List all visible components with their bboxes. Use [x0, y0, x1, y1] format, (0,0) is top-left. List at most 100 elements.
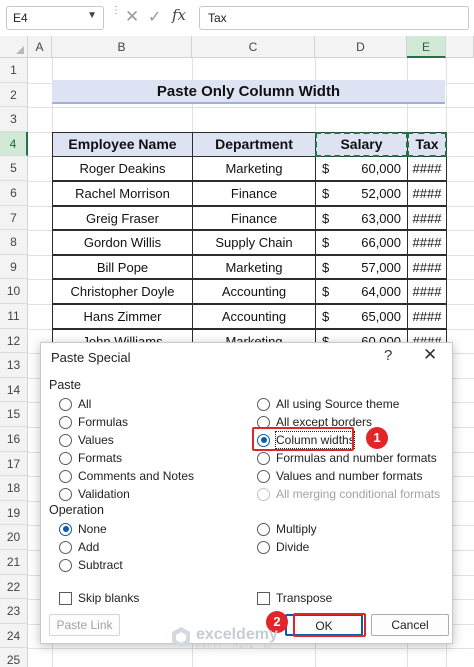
tax-cell[interactable]: #### — [407, 205, 447, 231]
department-cell[interactable]: Marketing — [192, 254, 316, 280]
radio-all[interactable]: All — [59, 395, 91, 413]
employee-name-cell[interactable]: Greig Fraser — [52, 205, 193, 231]
salary-header[interactable]: Salary — [315, 131, 408, 157]
column-header-d[interactable]: D — [315, 36, 407, 58]
row-header-6[interactable]: 6 — [0, 181, 28, 206]
radio-subtract[interactable]: Subtract — [59, 556, 123, 574]
department-cell[interactable]: Finance — [192, 205, 316, 231]
employee-name-cell[interactable]: Roger Deakins — [52, 156, 193, 181]
more-options-icon[interactable]: ⋮ — [111, 6, 121, 16]
radio-validation[interactable]: Validation — [59, 485, 130, 503]
employee-name-cell[interactable]: Bill Pope — [52, 254, 193, 280]
salary-cell[interactable]: $65,000 — [315, 304, 408, 329]
department-cell[interactable]: Marketing — [192, 156, 316, 181]
help-icon[interactable]: ? — [384, 347, 392, 364]
salary-cell[interactable]: $64,000 — [315, 279, 408, 304]
department-cell[interactable]: Accounting — [192, 279, 316, 304]
tax-header[interactable]: Tax — [407, 131, 447, 157]
department-cell[interactable]: Supply Chain — [192, 230, 316, 255]
row-header-14[interactable]: 14 — [0, 377, 28, 403]
radio-comments-and-notes[interactable]: Comments and Notes — [59, 467, 194, 485]
sheet-title[interactable]: Paste Only Column Width — [52, 80, 445, 104]
radio-label: Formulas and number formats — [276, 451, 437, 465]
radio-values-and-number-formats[interactable]: Values and number formats — [257, 467, 423, 485]
close-icon[interactable]: ✕ — [125, 7, 139, 27]
radio-all-using-source-theme[interactable]: All using Source theme — [257, 395, 399, 413]
formula-input[interactable]: Tax — [199, 6, 469, 30]
radio-none[interactable]: None — [59, 520, 107, 538]
chevron-down-icon[interactable]: ▼ — [87, 10, 97, 21]
row-header-18[interactable]: 18 — [0, 476, 28, 501]
insert-function-button[interactable]: fx — [172, 6, 186, 24]
tax-cell[interactable]: #### — [407, 181, 447, 206]
employee-name-cell[interactable]: Hans Zimmer — [52, 304, 193, 329]
row-header-20[interactable]: 20 — [0, 525, 28, 550]
cancel-button[interactable]: Cancel — [371, 614, 449, 636]
row-header-16[interactable]: 16 — [0, 427, 28, 452]
column-header-e[interactable]: E — [407, 36, 446, 58]
tax-cell[interactable]: #### — [407, 254, 447, 280]
radio-label: Formats — [78, 451, 123, 465]
row-header-2[interactable]: 2 — [0, 82, 28, 108]
radio-divide[interactable]: Divide — [257, 538, 309, 556]
grid-line — [28, 107, 474, 109]
select-all-corner[interactable] — [0, 36, 28, 58]
tax-cell[interactable]: #### — [407, 279, 447, 304]
salary-cell[interactable]: $52,000 — [315, 181, 408, 206]
row-header-1[interactable]: 1 — [0, 58, 28, 83]
radio-selected-icon — [59, 522, 72, 536]
transpose-checkbox[interactable]: Transpose — [257, 589, 332, 607]
tax-cell[interactable]: #### — [407, 304, 447, 329]
row-header-19[interactable]: 19 — [0, 500, 28, 526]
radio-icon — [59, 469, 72, 483]
row-header-21[interactable]: 21 — [0, 550, 28, 575]
currency-symbol: $ — [322, 210, 330, 226]
department-header[interactable]: Department — [192, 131, 316, 157]
column-header-b[interactable]: B — [52, 36, 192, 58]
row-header-4[interactable]: 4 — [0, 131, 28, 157]
department-cell[interactable]: Finance — [192, 181, 316, 206]
row-header-7[interactable]: 7 — [0, 205, 28, 231]
row-header-11[interactable]: 11 — [0, 304, 28, 329]
row-header-25[interactable]: 25 — [0, 648, 28, 667]
row-header-10[interactable]: 10 — [0, 279, 28, 304]
name-box[interactable]: E4 ▼ — [6, 6, 104, 30]
salary-cell[interactable]: $66,000 — [315, 230, 408, 255]
row-header-9[interactable]: 9 — [0, 254, 28, 280]
employee-name-cell[interactable]: Christopher Doyle — [52, 279, 193, 304]
salary-cell[interactable]: $57,000 — [315, 254, 408, 280]
column-header-a[interactable]: A — [28, 36, 52, 58]
row-header-13[interactable]: 13 — [0, 353, 28, 378]
close-icon[interactable]: ✕ — [423, 345, 437, 365]
check-icon[interactable]: ✓ — [148, 7, 161, 27]
row-header-22[interactable]: 22 — [0, 574, 28, 600]
employee-name-header[interactable]: Employee Name — [52, 131, 193, 157]
employee-name-cell[interactable]: Rachel Morrison — [52, 181, 193, 206]
row-header-8[interactable]: 8 — [0, 230, 28, 255]
row-header-17[interactable]: 17 — [0, 451, 28, 477]
radio-formulas-and-number-formats[interactable]: Formulas and number formats — [257, 449, 437, 467]
radio-label: Divide — [276, 540, 310, 554]
radio-values[interactable]: Values — [59, 431, 114, 449]
row-header-12[interactable]: 12 — [0, 328, 28, 354]
radio-formats[interactable]: Formats — [59, 449, 122, 467]
column-header-next[interactable] — [446, 36, 474, 58]
radio-formulas[interactable]: Formulas — [59, 413, 128, 431]
row-header-5[interactable]: 5 — [0, 156, 28, 181]
column-header-c[interactable]: C — [192, 36, 315, 58]
department-cell[interactable]: Accounting — [192, 304, 316, 329]
employee-name-cell[interactable]: Gordon Willis — [52, 230, 193, 255]
row-header-15[interactable]: 15 — [0, 402, 28, 427]
tax-cell[interactable]: #### — [407, 230, 447, 255]
radio-multiply[interactable]: Multiply — [257, 520, 317, 538]
tax-cell[interactable]: #### — [407, 156, 447, 181]
radio-add[interactable]: Add — [59, 538, 99, 556]
paste-link-button[interactable]: Paste Link — [49, 614, 120, 636]
radio-icon — [59, 558, 72, 572]
row-header-23[interactable]: 23 — [0, 599, 28, 624]
row-header-3[interactable]: 3 — [0, 107, 28, 132]
salary-cell[interactable]: $63,000 — [315, 205, 408, 231]
skip-blanks-checkbox[interactable]: Skip blanks — [59, 589, 139, 607]
salary-cell[interactable]: $60,000 — [315, 156, 408, 181]
row-header-24[interactable]: 24 — [0, 623, 28, 649]
